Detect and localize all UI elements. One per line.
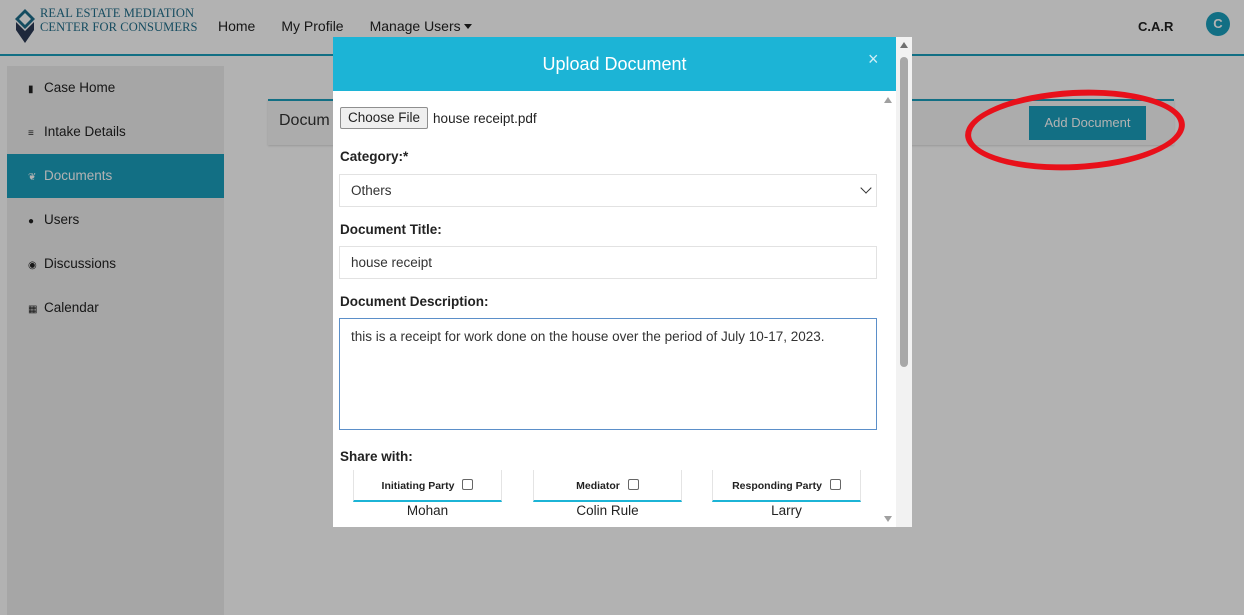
party-role: Initiating Party (381, 480, 455, 492)
document-description-textarea[interactable]: this is a receipt for work done on the h… (339, 318, 877, 430)
party-name: Mohan (406, 503, 449, 518)
party-role: Mediator (576, 480, 620, 492)
document-title-input[interactable]: house receipt (339, 246, 877, 279)
selected-file-name: house receipt.pdf (433, 110, 537, 126)
chevron-down-icon (860, 182, 872, 194)
modal-title: Upload Document (542, 54, 687, 74)
scrollbar-thumb[interactable] (900, 57, 908, 367)
party-role: Responding Party (732, 480, 822, 492)
party-initiating: Initiating Party Mohan (353, 470, 502, 520)
scroll-up-icon[interactable] (900, 42, 908, 48)
modal-body: Choose File house receipt.pdf Category:*… (333, 91, 896, 527)
scroll-up-icon[interactable] (884, 97, 892, 103)
party-mediator: Mediator Colin Rule (533, 470, 682, 520)
category-select[interactable]: Others (339, 174, 877, 207)
choose-file-button[interactable]: Choose File (340, 107, 429, 129)
scroll-down-icon[interactable] (884, 516, 892, 522)
category-value: Others (351, 183, 392, 198)
category-label: Category:* (340, 149, 409, 164)
share-checkbox-responding[interactable] (829, 479, 841, 490)
party-name: Larry (771, 503, 802, 518)
party-responding: Responding Party Larry (712, 470, 861, 520)
share-with-label: Share with: (340, 449, 413, 464)
share-checkbox-mediator[interactable] (627, 479, 639, 490)
close-icon[interactable]: × (868, 49, 879, 70)
share-checkbox-initiating[interactable] (462, 479, 474, 490)
upload-document-modal: Upload Document × Choose File house rece… (333, 37, 896, 527)
party-name: Colin Rule (576, 503, 639, 518)
document-description-label: Document Description: (340, 294, 489, 309)
file-upload-row: Choose File house receipt.pdf (340, 107, 537, 129)
modal-scrollbar[interactable] (896, 37, 912, 527)
document-title-label: Document Title: (340, 222, 442, 237)
modal-header: Upload Document × (333, 37, 896, 91)
